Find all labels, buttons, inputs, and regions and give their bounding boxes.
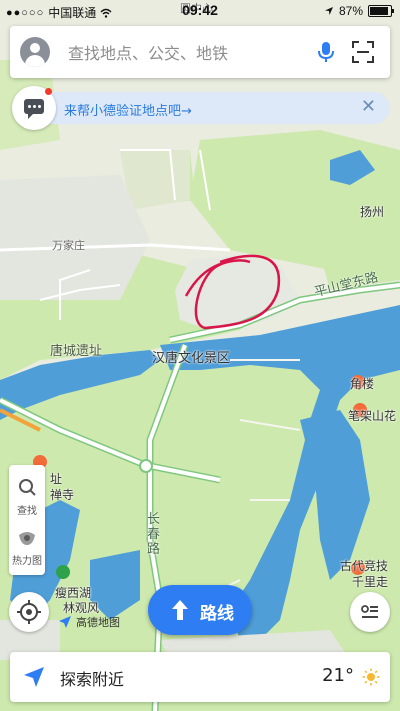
route-button[interactable]: 路线	[148, 585, 252, 635]
poi-list-button[interactable]	[350, 592, 390, 632]
tool-heatmap-label: 热力图	[12, 556, 42, 567]
map-label-zhi: 址	[50, 472, 63, 486]
map-tools-panel: 查找 热力图	[9, 465, 45, 575]
magnifier-icon	[19, 479, 36, 496]
status-bar: ●●○○○ 中国联通 09:42 87%	[0, 0, 400, 22]
verify-banner-text[interactable]: 来帮小德验证地点吧→	[64, 100, 192, 119]
explore-nearby-bar[interactable]: 探索附近 21°	[10, 652, 390, 702]
map-label-ancient-game: 古代竞技	[340, 559, 389, 573]
scan-icon[interactable]	[350, 39, 376, 65]
map-label-tangcheng: 唐城遗址	[50, 344, 103, 359]
feedback-icon[interactable]	[12, 86, 56, 130]
locate-button[interactable]	[9, 592, 49, 632]
map-label-changchun-road: 长春路	[147, 512, 161, 557]
tool-search[interactable]: 查找	[9, 477, 45, 517]
microphone-icon[interactable]	[312, 38, 340, 66]
route-arrow-icon	[172, 600, 188, 620]
close-icon[interactable]: ✕	[361, 96, 376, 117]
amap-logo: 高德地图	[58, 614, 120, 630]
map-label-wanjiazhuang: 万家庄	[52, 239, 85, 252]
notification-dot	[45, 88, 52, 95]
user-avatar[interactable]	[20, 37, 50, 67]
search-input[interactable]: 查找地点、公交、地铁	[68, 40, 312, 64]
map-label-bijiashan: 笔架山花	[348, 409, 397, 423]
crosshair-icon	[17, 600, 41, 624]
map-label-chanshi: 禅寺	[50, 488, 75, 502]
heatmap-icon	[19, 532, 35, 545]
sun-icon	[362, 668, 380, 686]
explore-nearby-label[interactable]: 探索附近	[60, 666, 124, 690]
route-button-label: 路线	[200, 604, 234, 624]
map-label-qianlizou: 千里走	[352, 575, 389, 589]
battery-icon	[368, 5, 394, 17]
tool-search-label: 查找	[17, 506, 37, 517]
verify-location-banner[interactable]: 来帮小德验证地点吧→ ✕	[12, 86, 390, 130]
map-label-hantang: 汉唐文化景区	[152, 351, 231, 366]
tool-heatmap[interactable]: 热力图	[9, 529, 45, 567]
map-label-yangzhou: 扬州	[360, 205, 385, 219]
list-icon	[361, 605, 378, 618]
search-bar[interactable]: 查找地点、公交、地铁	[10, 26, 390, 78]
location-arrow-icon	[324, 7, 333, 15]
logo-text: 高德地图	[76, 616, 120, 629]
battery-percent: 87%	[338, 4, 363, 18]
logo-arrow-icon	[59, 616, 71, 628]
navigation-arrow-icon	[24, 667, 44, 687]
temperature: 21°	[322, 665, 354, 686]
map-label-jiaolou: 角楼	[350, 377, 375, 391]
